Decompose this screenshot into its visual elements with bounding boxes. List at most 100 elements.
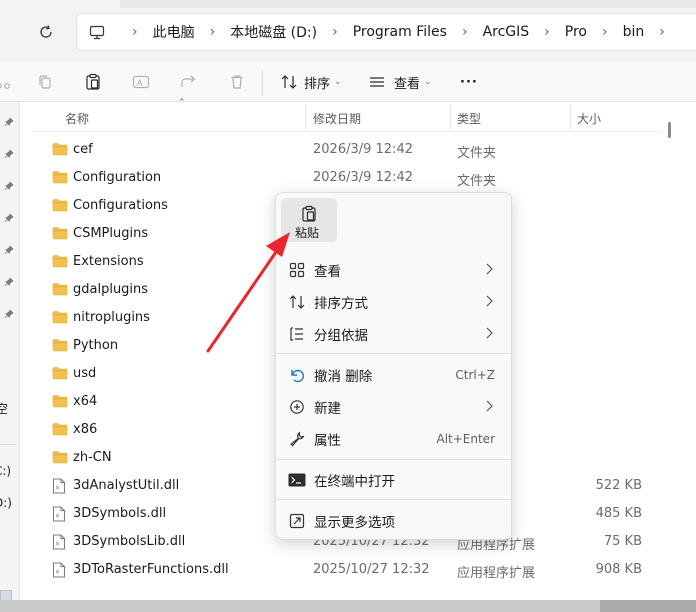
copy-button[interactable]	[34, 71, 56, 93]
menu-item-properties[interactable]: 属性 Alt+Enter	[280, 424, 509, 454]
pin-icon[interactable]	[3, 148, 15, 160]
chevron-right-icon[interactable]: ›	[644, 24, 680, 40]
file-name: nitroplugins	[73, 310, 150, 325]
chevron-right-icon	[485, 327, 493, 343]
refresh-button[interactable]	[34, 20, 58, 44]
chevron-right-icon[interactable]: ›	[447, 24, 483, 40]
folder-icon	[52, 142, 68, 158]
svg-text:A: A	[137, 79, 143, 88]
column-divider[interactable]	[305, 104, 306, 130]
menu-item-undo-delete[interactable]: 撤消 删除 Ctrl+Z	[280, 360, 509, 390]
breadcrumb-arcgis[interactable]: ArcGIS	[483, 24, 530, 40]
rename-icon: A	[132, 75, 150, 89]
folder-icon	[52, 282, 68, 298]
sort-button[interactable]: 排序 ⌄	[280, 70, 342, 94]
address-bar[interactable]: › 此电脑 › 本地磁盘 (D:) › Program Files › ArcG…	[76, 13, 696, 51]
menu-item-sort-by[interactable]: 排序方式	[280, 287, 509, 317]
column-type[interactable]: 类型	[457, 110, 481, 127]
dll-file-icon	[52, 506, 68, 522]
chevron-right-icon	[485, 263, 493, 279]
menu-item-view[interactable]: 查看	[280, 255, 509, 285]
folder-icon	[52, 254, 68, 270]
paste-icon	[301, 205, 317, 226]
column-divider[interactable]	[570, 104, 571, 130]
more-icon: ···	[460, 74, 478, 90]
more-button[interactable]: ···	[460, 70, 478, 94]
trash-icon	[231, 75, 243, 89]
column-name[interactable]: 名称	[65, 110, 89, 127]
nav-item-drive-d[interactable]: D:)	[0, 496, 12, 510]
breadcrumb-program-files[interactable]: Program Files	[353, 24, 447, 40]
paste-menu-button[interactable]: 粘贴	[281, 198, 337, 242]
paste-button[interactable]	[82, 71, 104, 93]
column-divider[interactable]	[450, 104, 451, 130]
pin-icon[interactable]	[3, 116, 15, 128]
chevron-right-icon[interactable]: ›	[587, 24, 623, 40]
breadcrumb-bin[interactable]: bin	[623, 24, 645, 40]
breadcrumb-pro[interactable]: Pro	[565, 24, 587, 40]
file-date: 2026/3/9 12:42	[313, 170, 413, 185]
sort-ascending-icon: ⌃	[178, 98, 186, 108]
nav-item-recycle[interactable]: 空	[0, 400, 8, 417]
vertical-scrollbar[interactable]	[668, 122, 671, 138]
menu-item-label: 在终端中打开	[314, 474, 395, 490]
menu-item-label: 撤消 删除	[314, 369, 373, 385]
chevron-right-icon[interactable]: ›	[529, 24, 565, 40]
chevron-right-icon	[485, 400, 493, 416]
taskbar-edge	[0, 600, 696, 612]
share-button[interactable]	[178, 71, 200, 93]
cut-button[interactable]	[0, 71, 14, 93]
sort-icon	[281, 75, 297, 89]
file-type: 文件夹	[457, 146, 497, 161]
menu-item-open-in-terminal[interactable]: 在终端中打开	[280, 465, 509, 495]
chevron-right-icon[interactable]: ›	[317, 24, 353, 40]
file-size: 485 KB	[595, 506, 642, 521]
toolbar-divider	[262, 70, 263, 96]
folder-row[interactable]: cef 2026/3/9 12:42 文件夹	[32, 136, 662, 164]
folder-icon	[52, 198, 68, 214]
menu-item-label: 查看	[314, 264, 341, 280]
new-icon	[280, 399, 314, 415]
column-date[interactable]: 修改日期	[313, 110, 361, 127]
pin-icon[interactable]	[3, 244, 15, 256]
grid-icon	[280, 262, 314, 278]
menu-item-group-by[interactable]: 分组依据	[280, 319, 509, 349]
pin-icon[interactable]	[3, 212, 15, 224]
folder-row[interactable]: Configuration 2026/3/9 12:42 文件夹	[32, 164, 662, 192]
paste-label: 粘贴	[295, 226, 320, 240]
pin-icon[interactable]	[3, 276, 15, 288]
tab-strip-edge	[120, 0, 696, 8]
file-name: x86	[73, 422, 98, 437]
sort-icon	[280, 294, 314, 310]
terminal-icon	[280, 473, 314, 487]
pin-icon[interactable]	[3, 308, 15, 320]
menu-item-new[interactable]: 新建	[280, 392, 509, 422]
rename-button[interactable]: A	[130, 71, 152, 93]
folder-icon	[52, 450, 68, 466]
breadcrumb-drive-d[interactable]: 本地磁盘 (D:)	[230, 22, 317, 42]
delete-button[interactable]	[226, 71, 248, 93]
file-name: Extensions	[73, 254, 144, 269]
column-size[interactable]: 大小	[577, 110, 601, 127]
sort-button-label: 排序	[304, 76, 331, 92]
file-type: 应用程序扩展	[457, 566, 536, 581]
folder-icon	[52, 170, 68, 186]
file-name: usd	[73, 366, 97, 381]
file-name: zh-CN	[73, 450, 112, 465]
folder-icon	[52, 422, 68, 438]
chevron-right-icon[interactable]: ›	[195, 24, 231, 40]
file-row[interactable]: 3DToRasterFunctions.dll 2025/10/27 12:32 应…	[32, 556, 662, 584]
pin-icon[interactable]	[3, 180, 15, 192]
folder-icon	[52, 394, 68, 410]
context-menu: 粘贴 查看 排序方式 分组依据 撤消 删除 Ctrl+Z 新建 属性 Alt+E…	[275, 192, 512, 540]
chevron-right-icon[interactable]: ›	[117, 24, 153, 40]
breadcrumb-this-pc[interactable]: 此电脑	[153, 22, 195, 42]
nav-item-drive-c[interactable]: C:)	[0, 464, 11, 478]
file-name: x64	[73, 394, 98, 409]
file-size: 75 KB	[603, 534, 642, 549]
nav-item-drive-d-selected[interactable]	[0, 590, 12, 600]
file-name: CSMPlugins	[73, 226, 149, 241]
menu-item-show-more-options[interactable]: 显示更多选项	[280, 506, 509, 536]
view-button[interactable]: 查看 ⌄	[368, 70, 432, 94]
folder-icon	[52, 366, 68, 382]
